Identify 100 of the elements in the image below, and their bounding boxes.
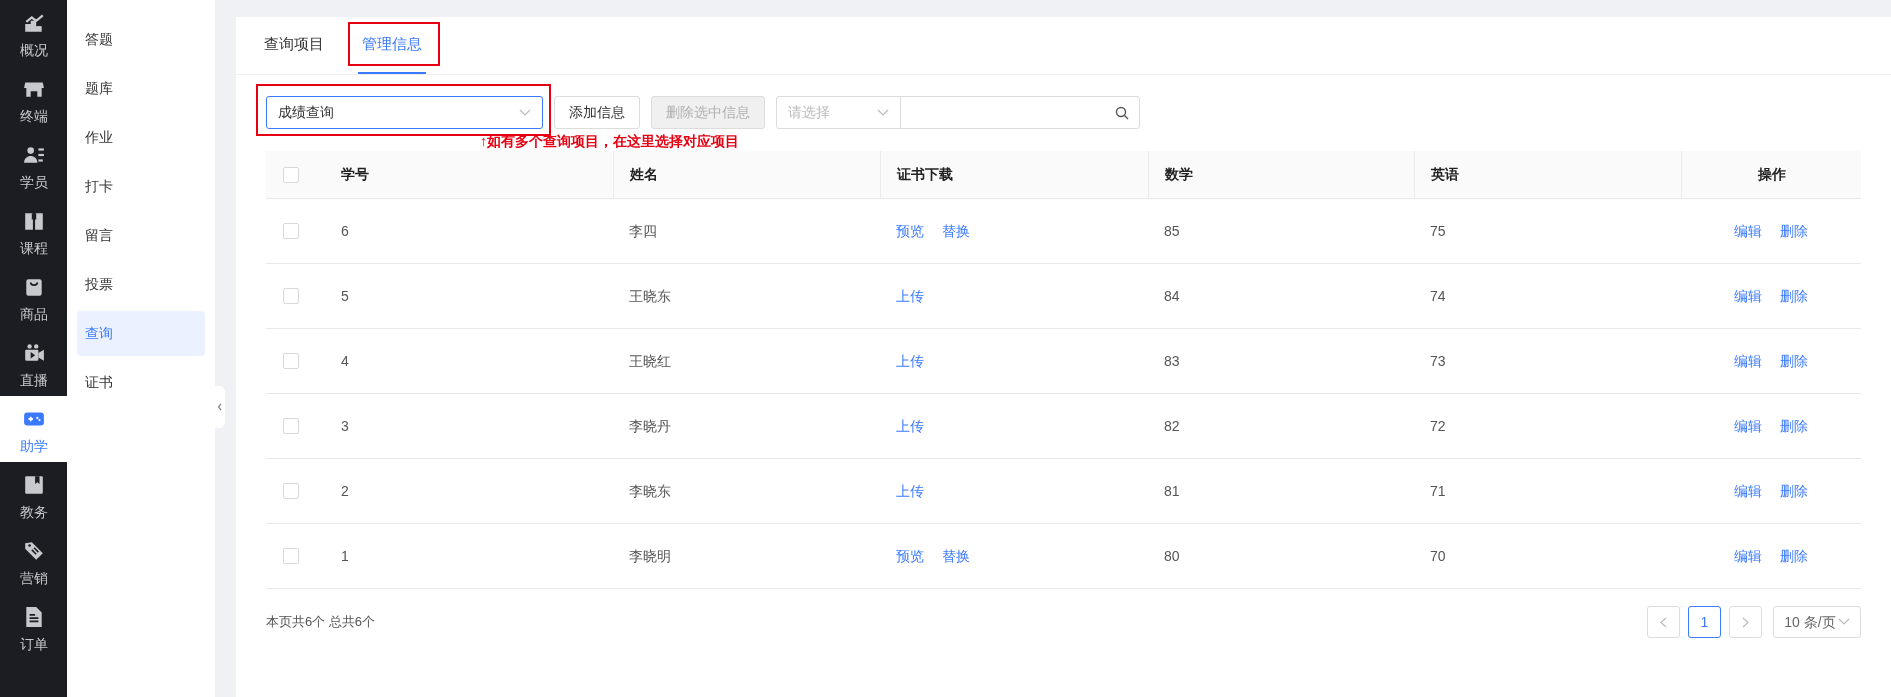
action-link[interactable]: 删除 — [1780, 285, 1808, 307]
certificate-link[interactable]: 上传 — [896, 415, 924, 437]
table-cell: 75 — [1430, 222, 1446, 239]
nav-item[interactable]: 直播 — [0, 330, 67, 396]
chart-icon — [22, 12, 45, 34]
table-cell: 王晓东 — [629, 287, 671, 304]
add-button[interactable]: 添加信息 — [554, 96, 640, 129]
nav-item[interactable]: 课程 — [0, 198, 67, 264]
action-link[interactable]: 删除 — [1780, 220, 1808, 242]
table-cell: 2 — [341, 482, 349, 499]
certificate-link[interactable]: 替换 — [942, 545, 970, 567]
submenu-item[interactable]: 题库 — [77, 66, 205, 111]
nav-label: 教务 — [19, 504, 48, 520]
table-cell: 84 — [1164, 287, 1180, 304]
submenu-item[interactable]: 查询 — [77, 311, 205, 356]
action-link[interactable]: 编辑 — [1734, 350, 1762, 372]
table-cell: 82 — [1164, 417, 1180, 434]
action-link[interactable]: 编辑 — [1734, 220, 1762, 242]
action-link[interactable]: 编辑 — [1734, 285, 1762, 307]
tab[interactable]: 管理信息 — [358, 17, 426, 74]
nav-item[interactable]: 助学 — [0, 396, 67, 462]
nav-label: 课程 — [19, 240, 48, 256]
table-cell: 4 — [341, 352, 349, 369]
table-cell: 70 — [1430, 547, 1446, 564]
nav-item[interactable]: 终端 — [0, 66, 67, 132]
column-header: 学号 — [341, 165, 369, 184]
chevron-left-icon — [217, 403, 223, 411]
action-link[interactable]: 编辑 — [1734, 480, 1762, 502]
chevron-down-icon — [1837, 618, 1850, 626]
project-select[interactable]: 成绩查询 — [266, 96, 543, 129]
row-checkbox[interactable] — [283, 548, 299, 564]
certificate-link[interactable]: 上传 — [896, 285, 924, 307]
box-icon — [22, 474, 45, 496]
nav-label: 商品 — [19, 306, 48, 322]
submenu-item[interactable]: 作业 — [77, 115, 205, 160]
tab[interactable]: 查询项目 — [260, 17, 328, 74]
column-header: 操作 — [1757, 165, 1786, 184]
collapse-handle[interactable] — [215, 386, 225, 428]
page-summary: 本页共6个 总共6个 — [266, 613, 376, 632]
nav-item[interactable]: 概况 — [0, 0, 67, 66]
action-link[interactable]: 编辑 — [1734, 415, 1762, 437]
submenu-item[interactable]: 答题 — [77, 17, 205, 62]
video-camera-icon — [22, 342, 45, 364]
submenu-item[interactable]: 证书 — [77, 360, 205, 405]
previous-page-button[interactable] — [1647, 606, 1680, 638]
table-cell: 1 — [341, 547, 349, 564]
annotation-text: ↑如有多个查询项目，在这里选择对应项目 — [480, 132, 740, 150]
nav-label: 直播 — [19, 372, 48, 388]
action-link[interactable]: 删除 — [1780, 415, 1808, 437]
action-link[interactable]: 删除 — [1780, 545, 1808, 567]
table-cell: 72 — [1430, 417, 1446, 434]
column-header: 英语 — [1431, 165, 1459, 184]
table-cell: 83 — [1164, 352, 1180, 369]
select-all-checkbox[interactable] — [283, 166, 299, 183]
nav-item[interactable]: 订单 — [0, 594, 67, 660]
certificate-link[interactable]: 预览 — [896, 545, 924, 567]
table-cell: 81 — [1164, 482, 1180, 499]
page-button[interactable]: 1 — [1688, 606, 1721, 638]
row-checkbox[interactable] — [283, 418, 299, 434]
book-icon — [22, 210, 45, 232]
page-size-select[interactable]: 10 条/页 — [1773, 606, 1861, 638]
certificate-link[interactable]: 预览 — [896, 220, 924, 242]
action-link[interactable]: 编辑 — [1734, 545, 1762, 567]
nav-label: 终端 — [19, 108, 48, 124]
table-cell: 王晓红 — [629, 352, 671, 369]
table-cell: 71 — [1430, 482, 1446, 499]
nav-label: 营销 — [19, 570, 48, 586]
nav-item[interactable]: 营销 — [0, 528, 67, 594]
submenu-item[interactable]: 打卡 — [77, 164, 205, 209]
people-icon — [22, 144, 45, 166]
column-header: 姓名 — [630, 165, 658, 184]
submenu-item[interactable]: 投票 — [77, 262, 205, 307]
row-checkbox[interactable] — [283, 483, 299, 499]
table-cell: 85 — [1164, 222, 1180, 239]
next-page-button[interactable] — [1729, 606, 1762, 638]
row-checkbox[interactable] — [283, 288, 299, 304]
table-cell: 李晓东 — [629, 482, 671, 499]
column-header: 数学 — [1165, 165, 1193, 184]
table-cell: 李四 — [629, 222, 657, 239]
nav-label: 学员 — [19, 174, 48, 190]
certificate-link[interactable]: 上传 — [896, 350, 924, 372]
certificate-link[interactable]: 替换 — [942, 220, 970, 242]
row-checkbox[interactable] — [283, 353, 299, 369]
table-cell: 74 — [1430, 287, 1446, 304]
action-link[interactable]: 删除 — [1780, 480, 1808, 502]
table-cell: 5 — [341, 287, 349, 304]
nav-item[interactable]: 学员 — [0, 132, 67, 198]
nav-label: 订单 — [19, 636, 48, 652]
nav-item[interactable]: 教务 — [0, 462, 67, 528]
certificate-link[interactable]: 上传 — [896, 480, 924, 502]
table-cell: 80 — [1164, 547, 1180, 564]
submenu-item[interactable]: 留言 — [77, 213, 205, 258]
row-checkbox[interactable] — [283, 223, 299, 239]
nav-item[interactable]: 商品 — [0, 264, 67, 330]
table-cell: 李晓明 — [629, 547, 671, 564]
table-cell: 73 — [1430, 352, 1446, 369]
chevron-down-icon — [519, 108, 531, 117]
action-link[interactable]: 删除 — [1780, 350, 1808, 372]
nav-label: 概况 — [19, 42, 48, 58]
chevron-right-icon — [1742, 616, 1749, 628]
